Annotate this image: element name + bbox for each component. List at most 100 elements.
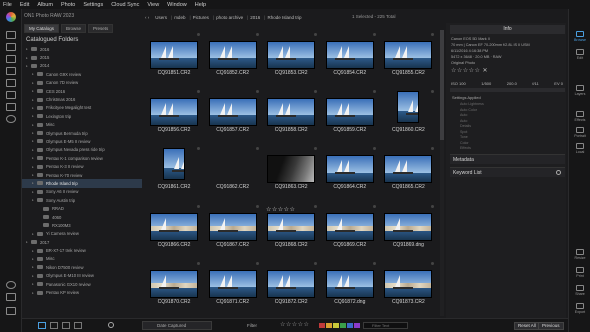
- thumbnail-cell[interactable]: CQ91871.CR2: [205, 261, 261, 305]
- flag-dot-icon[interactable]: [255, 90, 259, 94]
- breadcrumb-item[interactable]: Pictures: [193, 15, 209, 20]
- flag-dot-icon[interactable]: [431, 147, 435, 151]
- module-browse[interactable]: Browse: [569, 31, 590, 42]
- folder-row[interactable]: ▸ 2017: [22, 238, 142, 246]
- thumbnail-cell[interactable]: CQ91854.CR2: [322, 32, 378, 76]
- photo-thumbnail[interactable]: [325, 212, 374, 241]
- photo-thumbnail[interactable]: [384, 269, 433, 298]
- filter-stars[interactable]: ☆☆☆☆☆: [280, 321, 309, 328]
- flag-dot-icon[interactable]: [431, 261, 435, 265]
- cloud-icon[interactable]: [6, 55, 16, 63]
- search-icon[interactable]: [6, 115, 16, 123]
- thumbnail-cell[interactable]: CQ91858.CR2: [263, 89, 319, 133]
- library-tab[interactable]: Browse: [61, 24, 87, 33]
- folder-row[interactable]: ▸ Pentax KP review: [22, 288, 142, 296]
- folder-row[interactable]: ▸ Canon G9X review: [22, 70, 142, 78]
- photo-thumbnail[interactable]: [150, 269, 198, 298]
- thumbnail-cell[interactable]: CQ91869.CR2: [322, 204, 378, 248]
- folder-row[interactable]: ▸ Pentax K-3 II review: [22, 162, 142, 170]
- flag-dot-icon[interactable]: [314, 90, 318, 94]
- thumbnail-cell[interactable]: CQ91859.CR2: [322, 89, 378, 133]
- folder-row[interactable]: ▸ Olympus E-M5 II review: [22, 137, 142, 145]
- filter-text-input[interactable]: Filter Text: [363, 322, 408, 329]
- thumbnail-cell[interactable]: CQ91851.CR2: [146, 32, 202, 76]
- folder-row[interactable]: ▸ 2016: [22, 45, 142, 53]
- reset-all-button[interactable]: Reset All: [514, 322, 540, 330]
- flag-dot-icon[interactable]: [197, 261, 200, 265]
- flag-dot-icon[interactable]: [197, 90, 200, 94]
- library-tab[interactable]: My Catalogs: [24, 24, 60, 33]
- photo-thumbnail[interactable]: [150, 98, 198, 127]
- thumbnail-cell[interactable]: CQ91862.CR2: [205, 146, 261, 190]
- folder-row[interactable]: ▸ Nikon D7500 review: [22, 263, 142, 271]
- thumbnail-cell[interactable]: CQ91872.dng: [322, 261, 378, 305]
- flag-dot-icon[interactable]: [314, 261, 318, 265]
- photo-thumbnail[interactable]: [208, 212, 257, 241]
- settings-icon[interactable]: [6, 307, 16, 315]
- breadcrumb-item[interactable]: Rhode Island trip: [267, 15, 301, 20]
- photo-thumbnail[interactable]: [267, 155, 316, 184]
- flag-dot-icon[interactable]: [431, 204, 435, 208]
- grid-view-icon[interactable]: [38, 322, 46, 329]
- photo-thumbnail[interactable]: [267, 41, 316, 69]
- folder-row[interactable]: ▸ Pentax K-70 review: [22, 171, 142, 179]
- folder-row[interactable]: ▸ Yi Camera review: [22, 230, 142, 238]
- folder-row[interactable]: ▸ Olympus Nevada press ride trip: [22, 146, 142, 154]
- folder-row[interactable]: ▸ 2014: [22, 62, 142, 70]
- folder-row[interactable]: RX100M3: [22, 221, 142, 229]
- folder-row[interactable]: ▸ Panasonic GX10 review: [22, 280, 142, 288]
- thumbnail-cell[interactable]: CQ91857.CR2: [205, 89, 261, 133]
- module-print[interactable]: Print: [569, 267, 590, 278]
- breadcrumb-item[interactable]: photo archive: [216, 15, 243, 20]
- thumbnail-cell[interactable]: CQ91863.CR2: [263, 146, 319, 190]
- flag-dot-icon[interactable]: [255, 147, 259, 151]
- menu-item[interactable]: File: [3, 2, 12, 8]
- zoom-slider-knob[interactable]: [108, 322, 114, 328]
- thumbnail-cell[interactable]: CQ91861.CR2: [146, 146, 202, 190]
- thumbnail-cell[interactable]: CQ91867.CR2: [205, 204, 261, 248]
- photo-thumbnail[interactable]: [325, 155, 374, 184]
- keyword-list-section[interactable]: Keyword List: [450, 167, 565, 177]
- menu-item[interactable]: Help: [195, 2, 206, 8]
- flag-dot-icon[interactable]: [431, 90, 435, 94]
- metadata-section[interactable]: Metadata: [450, 154, 565, 164]
- flag-dot-icon[interactable]: [314, 204, 318, 208]
- library-tab[interactable]: Presets: [88, 24, 114, 33]
- photo-thumbnail[interactable]: [325, 41, 374, 69]
- thumbnail-cell[interactable]: CQ91856.CR2: [146, 89, 202, 133]
- back-forward-icon[interactable]: ‹ ›: [145, 15, 149, 20]
- module-resize[interactable]: Resize: [569, 249, 590, 260]
- flag-dot-icon[interactable]: [197, 147, 200, 151]
- photo-thumbnail[interactable]: [208, 269, 257, 298]
- thumbnail-rating-stars[interactable]: ☆☆☆☆☆: [266, 206, 295, 213]
- folder-row[interactable]: ▸ Misc: [22, 255, 142, 263]
- thumbnail-cell[interactable]: CQ91864.CR2: [322, 146, 378, 190]
- menu-item[interactable]: Photo: [61, 2, 75, 8]
- menu-item[interactable]: View: [147, 2, 159, 8]
- color-label-swatch[interactable]: [319, 323, 325, 328]
- flag-dot-icon[interactable]: [255, 261, 259, 265]
- flag-dot-icon[interactable]: [372, 204, 376, 208]
- sort-dropdown[interactable]: Date Captured: [142, 321, 212, 330]
- photo-thumbnail[interactable]: [267, 212, 316, 241]
- color-label-swatch[interactable]: [354, 323, 360, 328]
- photo-thumbnail[interactable]: [150, 41, 198, 69]
- thumbnail-cell[interactable]: CQ91853.CR2: [263, 32, 319, 76]
- color-label-swatch[interactable]: [333, 323, 339, 328]
- filmstrip-view-icon[interactable]: [50, 322, 58, 329]
- folder-row[interactable]: ▸ Sony A6 II review: [22, 188, 142, 196]
- folder-row[interactable]: ▸ Pentax K-1 comparison review: [22, 154, 142, 162]
- photo-thumbnail[interactable]: [384, 155, 433, 184]
- module-effects[interactable]: Effects: [569, 111, 590, 122]
- breadcrumb-item[interactable]: Users: [155, 15, 167, 20]
- folder-row[interactable]: RRAD: [22, 204, 142, 212]
- map-icon[interactable]: [6, 281, 16, 289]
- module-local[interactable]: Local: [569, 143, 590, 154]
- photo-thumbnail[interactable]: [384, 41, 433, 69]
- photo-thumbnail[interactable]: [163, 148, 185, 181]
- flag-dot-icon[interactable]: [372, 90, 376, 94]
- photo-thumbnail[interactable]: [208, 41, 257, 69]
- folder-row[interactable]: ▸ Sony Austin trip: [22, 196, 142, 204]
- thumbnail-cell[interactable]: CQ91870.CR2: [146, 261, 202, 305]
- tethered-icon[interactable]: [6, 103, 16, 111]
